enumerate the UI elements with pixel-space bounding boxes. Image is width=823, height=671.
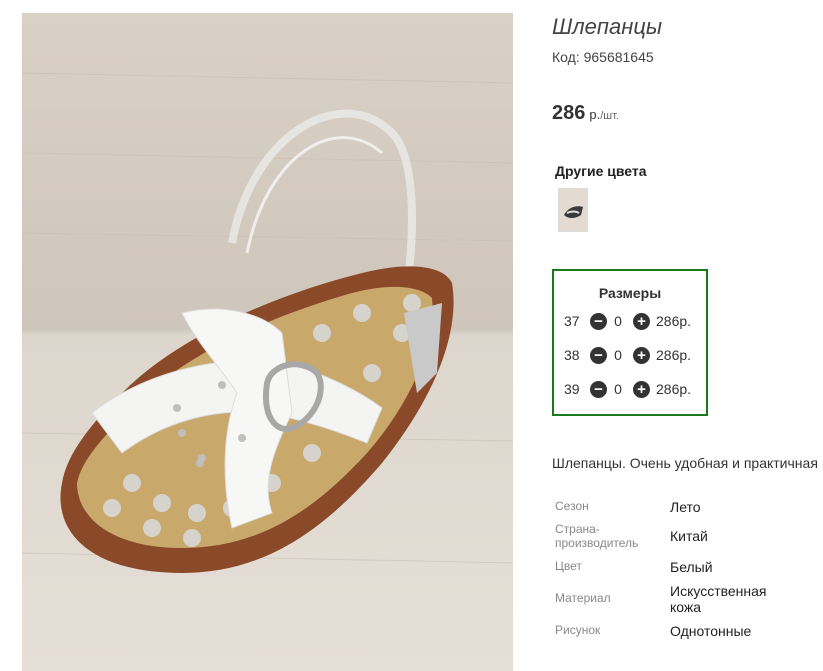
size-label: 37 bbox=[564, 313, 580, 329]
quantity-value: 0 bbox=[614, 347, 622, 363]
minus-circle-icon[interactable]: − bbox=[590, 312, 607, 330]
plus-circle-icon[interactable]: + bbox=[633, 312, 650, 330]
sizes-title: Размеры bbox=[598, 285, 662, 301]
product-price: 286 р./шт. bbox=[552, 102, 619, 125]
property-key: Цвет bbox=[555, 559, 582, 573]
product-photo[interactable] bbox=[22, 13, 513, 671]
property-value: Искусственная кожа bbox=[670, 583, 767, 615]
size-price: 286р. bbox=[656, 381, 692, 397]
quantity-value: 0 bbox=[614, 381, 622, 397]
size-row: 38 − 0 + 286р. bbox=[564, 345, 691, 365]
property-key: Рисунок bbox=[555, 623, 601, 637]
size-row: 37 − 0 + 286р. bbox=[564, 311, 691, 331]
quantity-value: 0 bbox=[614, 313, 622, 329]
sandal-thumb-icon bbox=[559, 189, 587, 231]
color-variant-thumbnail[interactable] bbox=[558, 188, 588, 232]
size-price: 286р. bbox=[656, 347, 692, 363]
property-value: Однотонные bbox=[670, 623, 752, 639]
plus-circle-icon[interactable]: + bbox=[633, 380, 650, 398]
sandal-illustration bbox=[22, 72, 513, 573]
sizes-panel: Размеры 37 − 0 + 286р. 38 − 0 + 286р. 39… bbox=[552, 269, 708, 416]
minus-circle-icon[interactable]: − bbox=[590, 380, 607, 398]
price-currency: р. bbox=[589, 107, 601, 122]
size-label: 39 bbox=[564, 381, 580, 397]
property-key: Материал bbox=[555, 591, 611, 605]
property-value: Белый bbox=[670, 559, 713, 575]
size-label: 38 bbox=[564, 347, 580, 363]
size-price: 286р. bbox=[656, 313, 692, 329]
property-key: Сезон bbox=[555, 499, 589, 513]
plus-circle-icon[interactable]: + bbox=[633, 346, 650, 364]
product-description: Шлепанцы. Очень удобная и практичная bbox=[552, 455, 818, 471]
product-code: Код: 965681645 bbox=[552, 49, 654, 65]
property-value: Китай bbox=[670, 528, 708, 544]
minus-circle-icon[interactable]: − bbox=[590, 346, 607, 364]
price-value: 286 bbox=[552, 102, 586, 124]
product-title: Шлепанцы bbox=[552, 14, 663, 39]
price-unit: /шт. bbox=[600, 110, 619, 122]
size-row: 39 − 0 + 286р. bbox=[564, 379, 691, 399]
other-colors-title: Другие цвета bbox=[555, 163, 647, 179]
property-value: Лето bbox=[670, 499, 701, 515]
property-key: Страна-производитель bbox=[555, 522, 639, 550]
